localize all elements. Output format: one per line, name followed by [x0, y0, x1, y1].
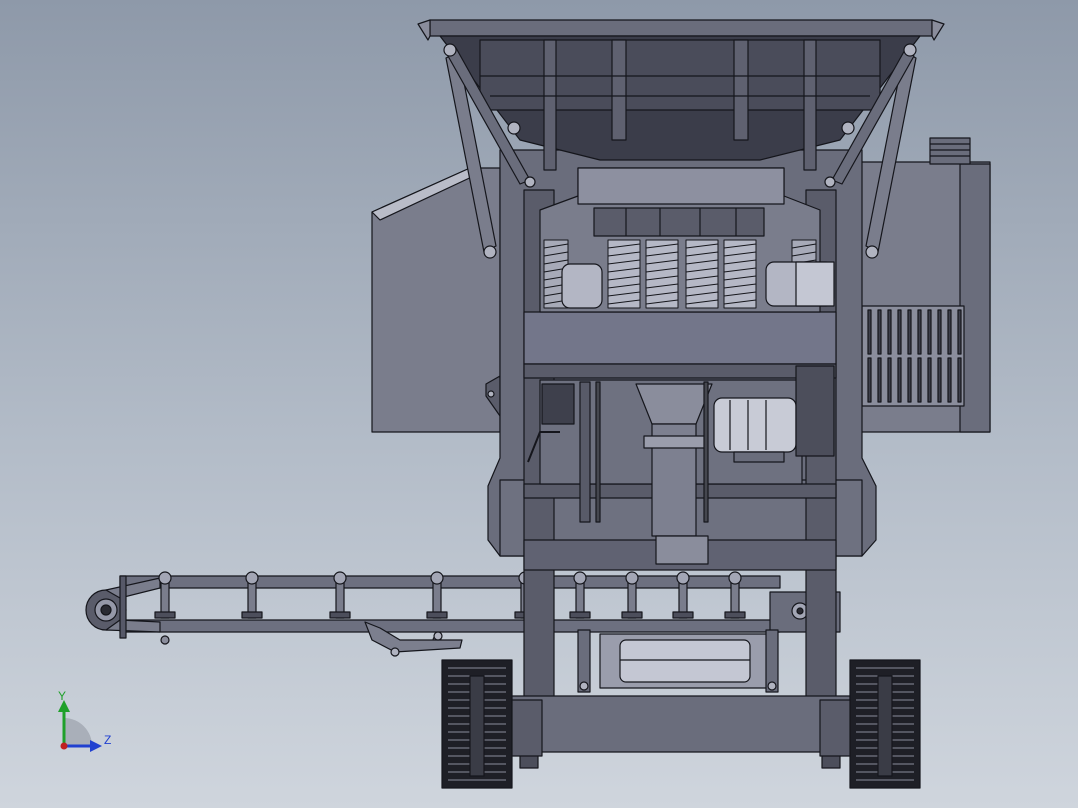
- graphics-viewport[interactable]: Y Z: [0, 0, 1078, 808]
- vent-grille: [861, 305, 965, 407]
- exhaust-stack: [929, 137, 971, 165]
- triad-z-arrowhead: [90, 740, 102, 752]
- triad-y-label: Y: [58, 689, 66, 703]
- view-orientation-triad: Y Z: [58, 689, 111, 752]
- model-graphics[interactable]: Y Z: [0, 0, 1078, 808]
- triad-plane-shading: [64, 718, 92, 746]
- vibrator-motor-left: [561, 263, 603, 309]
- triad-x-axis: [60, 742, 68, 750]
- triad-z-label: Z: [104, 733, 111, 747]
- lower-drum[interactable]: [577, 629, 779, 693]
